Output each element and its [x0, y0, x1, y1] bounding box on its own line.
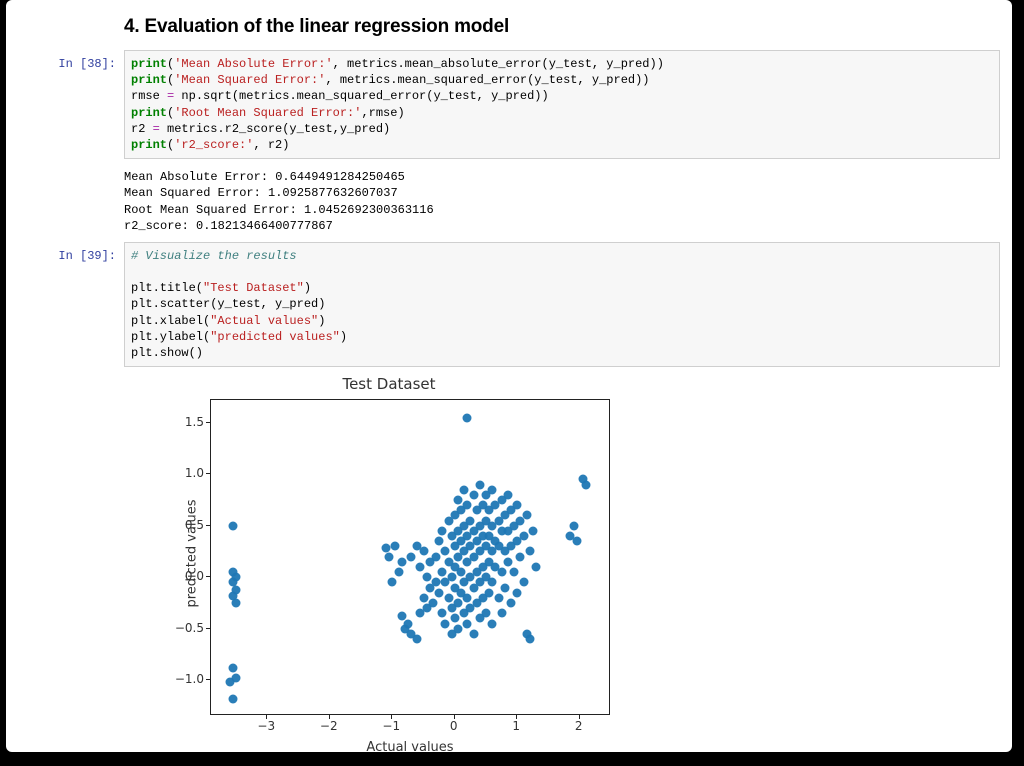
- chart-point: [407, 552, 416, 561]
- chart-ytick: 0.0: [154, 569, 204, 583]
- code-cell-38: In [38]: print('Mean Absolute Error:', m…: [26, 50, 1000, 159]
- code-input[interactable]: print('Mean Absolute Error:', metrics.me…: [124, 50, 1000, 159]
- chart-point: [441, 619, 450, 628]
- chart-point: [482, 609, 491, 618]
- chart-point: [394, 568, 403, 577]
- chart-point: [475, 480, 484, 489]
- chart-point: [488, 485, 497, 494]
- chart-xtick: 1: [512, 719, 520, 733]
- chart-xtick: 0: [450, 719, 458, 733]
- cell-plot-output: Test Dataset predicted values Actual val…: [124, 371, 1000, 752]
- chart-point: [453, 624, 462, 633]
- chart-ytick: −1.0: [154, 672, 204, 686]
- chart-point: [413, 634, 422, 643]
- chart-point: [432, 578, 441, 587]
- chart-ytick: 1.5: [154, 415, 204, 429]
- chart-point: [391, 542, 400, 551]
- chart-point: [432, 552, 441, 561]
- chart-point: [447, 573, 456, 582]
- chart-point: [503, 557, 512, 566]
- chart-point: [438, 609, 447, 618]
- chart-point: [463, 619, 472, 628]
- chart-ytick: −0.5: [154, 621, 204, 635]
- chart-point: [528, 526, 537, 535]
- chart-xtick: −1: [382, 719, 400, 733]
- chart-point: [488, 578, 497, 587]
- chart-point: [457, 568, 466, 577]
- chart-point: [388, 578, 397, 587]
- chart-point: [569, 521, 578, 530]
- chart-point: [438, 526, 447, 535]
- chart-point: [500, 583, 509, 592]
- cell-prompt: In [38]:: [26, 50, 124, 72]
- section-heading: 4. Evaluation of the linear regression m…: [124, 16, 1000, 38]
- chart-xtick: −2: [320, 719, 338, 733]
- chart-point: [397, 557, 406, 566]
- chart-point: [453, 598, 462, 607]
- chart-point: [497, 568, 506, 577]
- chart-xlabel: Actual values: [210, 740, 610, 752]
- chart-point: [441, 547, 450, 556]
- chart-point: [469, 490, 478, 499]
- chart-point: [582, 480, 591, 489]
- chart-point: [419, 547, 428, 556]
- chart-point: [435, 537, 444, 546]
- chart-point: [519, 578, 528, 587]
- chart-point: [416, 562, 425, 571]
- scatter-chart: Test Dataset predicted values Actual val…: [124, 375, 654, 752]
- chart-point: [444, 593, 453, 602]
- chart-point: [435, 588, 444, 597]
- chart-plot-area: [210, 399, 610, 715]
- chart-xtick: 2: [575, 719, 583, 733]
- chart-point: [385, 552, 394, 561]
- cell-prompt: In [39]:: [26, 242, 124, 264]
- chart-point: [497, 609, 506, 618]
- chart-point: [494, 593, 503, 602]
- chart-point: [422, 573, 431, 582]
- chart-point: [507, 598, 516, 607]
- chart-point: [510, 568, 519, 577]
- chart-point: [403, 619, 412, 628]
- chart-point: [463, 413, 472, 422]
- chart-point: [519, 532, 528, 541]
- chart-point: [488, 619, 497, 628]
- chart-point: [513, 501, 522, 510]
- chart-point: [450, 614, 459, 623]
- chart-point: [532, 562, 541, 571]
- chart-point: [516, 552, 525, 561]
- chart-ytick: 1.0: [154, 466, 204, 480]
- chart-xtick: −3: [257, 719, 275, 733]
- chart-point: [438, 568, 447, 577]
- chart-point: [522, 511, 531, 520]
- code-cell-39: In [39]: # Visualize the results plt.tit…: [26, 242, 1000, 367]
- chart-point: [463, 593, 472, 602]
- code-input[interactable]: # Visualize the results plt.title("Test …: [124, 242, 1000, 367]
- chart-point: [463, 501, 472, 510]
- chart-point: [525, 547, 534, 556]
- chart-point: [485, 588, 494, 597]
- chart-point: [466, 516, 475, 525]
- chart-point: [503, 490, 512, 499]
- chart-ylabel: predicted values: [138, 375, 246, 752]
- chart-point: [460, 485, 469, 494]
- chart-point: [513, 588, 522, 597]
- chart-point: [453, 496, 462, 505]
- chart-point: [525, 634, 534, 643]
- chart-point: [428, 598, 437, 607]
- cell-text-output: Mean Absolute Error: 0.6449491284250465 …: [124, 163, 1000, 242]
- chart-point: [419, 593, 428, 602]
- chart-point: [469, 629, 478, 638]
- chart-ytick: 0.5: [154, 518, 204, 532]
- chart-point: [572, 537, 581, 546]
